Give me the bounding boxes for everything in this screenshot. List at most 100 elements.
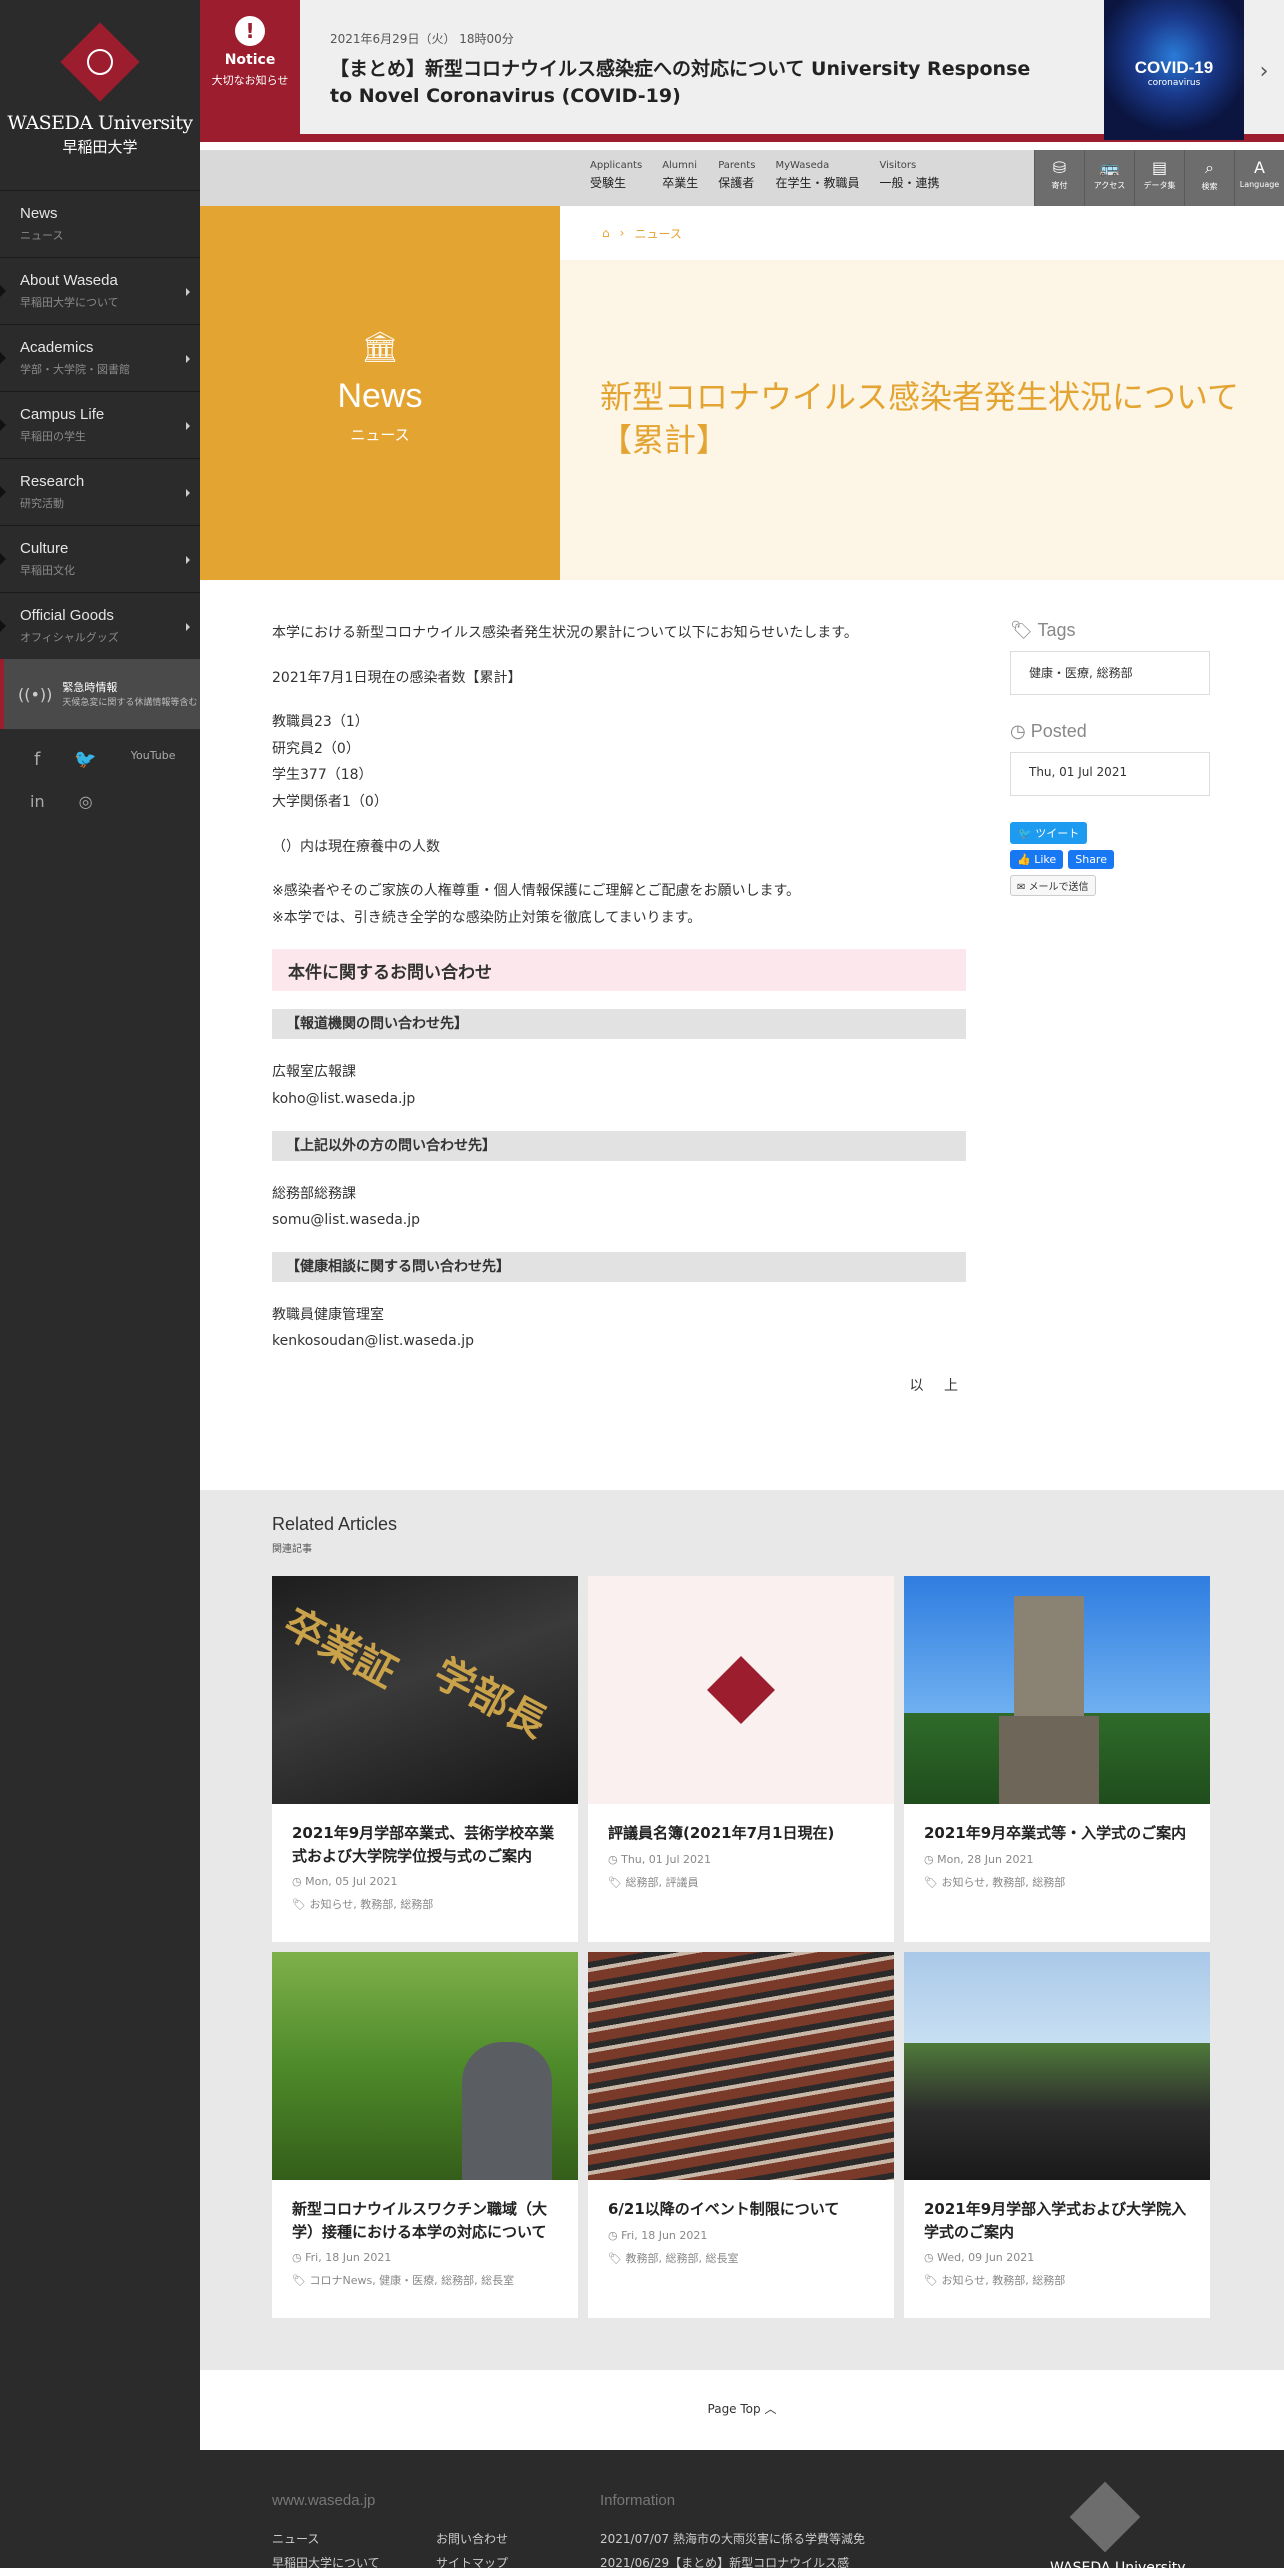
mail-label: メールで送信 — [1028, 882, 1089, 893]
clock-icon: ◷ — [292, 2251, 306, 2264]
footer-link[interactable]: サイトマップ — [436, 2554, 508, 2568]
covid-image-subtext: coronavirus — [1147, 78, 1201, 88]
logo-mark-icon — [60, 22, 140, 102]
related-card[interactable]: 評議員名簿(2021年7月1日現在) ◷ Thu, 01 Jul 2021 🏷 … — [588, 1576, 894, 1942]
page-title: 新型コロナウイルス感染者発生状況について【累計】 — [600, 378, 1240, 460]
twitter-icon[interactable]: 🐦 — [74, 749, 96, 770]
sidebar-item-label: Official Goods — [20, 607, 114, 624]
contact-email[interactable]: kenkosoudan@list.waseda.jp — [272, 1328, 966, 1355]
notice-banner[interactable]: ! Notice 大切なお知らせ 2021年6月29日（火） 18時00分 【ま… — [200, 0, 1284, 142]
clock-icon: ◷ — [292, 1875, 306, 1888]
tag-icon: 🏷 — [608, 1875, 626, 1889]
emergency-info-link[interactable]: ((•)) 緊急時情報 天候急変に関する休講情報等含む — [0, 659, 200, 729]
card-title: 6/21以降のイベント制限について — [608, 2200, 840, 2218]
broadcast-icon: ((•)) — [18, 684, 53, 704]
sidebar-item-label: About Waseda — [20, 272, 118, 289]
tag-icon: 🏷 — [924, 1875, 942, 1889]
linkedin-icon[interactable]: in — [30, 792, 45, 811]
article-note: （）内は現在療養中の人数 — [272, 838, 440, 855]
facebook-like-button[interactable]: 👍 Like — [1010, 850, 1064, 869]
youtube-icon[interactable]: YouTube — [131, 749, 176, 770]
sidebar-item-sublabel: 早稲田の学生 — [20, 430, 86, 443]
article-request: ※感染者やそのご家族の人権尊重・個人情報保護にご理解とご配慮をお願いします。 — [272, 883, 801, 900]
sidebar-item-news[interactable]: News ニュース — [0, 190, 200, 257]
related-card[interactable]: 2021年9月卒業式等・入学式のご案内 ◷ Mon, 28 Jun 2021 🏷… — [904, 1576, 1210, 1942]
related-articles: Related Articles 関連記事 卒業証 学部長 2021年9月学部卒業… — [200, 1490, 1284, 2370]
donate-button[interactable]: ⛁ 寄付 — [1034, 150, 1084, 206]
card-date-text: Fri, 18 Jun 2021 — [621, 2228, 708, 2242]
audience-link-alumni[interactable]: Alumni 卒業生 — [662, 160, 698, 191]
chevron-right-icon — [186, 623, 190, 631]
card-date: ◷ Fri, 18 Jun 2021 — [272, 2243, 578, 2264]
related-card[interactable]: 卒業証 学部長 2021年9月学部卒業式、芸術学校卒業式および大学院学位授与式のご… — [272, 1576, 578, 1942]
footer-info-item[interactable]: 2021/06/29【まとめ】新型コロナウイルス感 — [600, 2554, 849, 2568]
instagram-icon[interactable]: ◎ — [79, 792, 93, 811]
mail-share-button[interactable]: ✉ メールで送信 — [1010, 875, 1096, 896]
utility-label: データ集 — [1143, 181, 1176, 190]
indicator-icon — [0, 419, 6, 431]
sidebar-item-official-goods[interactable]: Official Goods オフィシャルグッズ — [0, 592, 200, 659]
search-button[interactable]: ⌕ 検索 — [1184, 150, 1234, 206]
contact-heading: 【健康相談に関する問い合わせ先】 — [272, 1251, 966, 1282]
sidebar-item-campus-life[interactable]: Campus Life 早稲田の学生 — [0, 391, 200, 458]
access-button[interactable]: 🚌 アクセス — [1084, 150, 1134, 206]
search-icon: ⌕ — [1205, 158, 1214, 177]
facebook-share-button[interactable]: Share — [1068, 850, 1114, 869]
notice-badge: ! Notice 大切なお知らせ — [200, 0, 300, 142]
footer-site-heading: www.waseda.jp — [272, 2492, 376, 2509]
contact-block: 広報室広報課 koho@list.waseda.jp — [272, 1059, 966, 1112]
sidebar-item-label: Culture — [20, 540, 69, 557]
data-button[interactable]: ▤ データ集 — [1134, 150, 1184, 206]
contact-email[interactable]: somu@list.waseda.jp — [272, 1207, 966, 1234]
sidebar-item-sublabel: 早稲田大学について — [20, 296, 119, 309]
audience-link-parents[interactable]: Parents 保護者 — [718, 160, 755, 191]
covid-image-text: COVID-19 — [1134, 58, 1214, 77]
card-image — [904, 1576, 1210, 1804]
sidebar-item-about[interactable]: About Waseda 早稲田大学について — [0, 257, 200, 324]
chevron-right-icon[interactable]: › — [1244, 0, 1284, 142]
donate-icon: ⛁ — [1052, 158, 1067, 177]
contact-email[interactable]: koho@list.waseda.jp — [272, 1086, 966, 1113]
case-counts: 教職員23（1） 研究員2（0） 学生377（18） 大学関係者1（0） — [272, 709, 966, 815]
indicator-icon — [0, 285, 6, 297]
contact-heading: 【上記以外の方の問い合わせ先】 — [272, 1130, 966, 1161]
audience-link-applicants[interactable]: Applicants 受験生 — [590, 160, 642, 191]
chevron-right-icon — [186, 288, 190, 296]
home-icon[interactable]: ⌂ — [602, 226, 610, 240]
university-logo[interactable]: WASEDA University 早稲田大学 — [0, 0, 200, 190]
footer-link[interactable]: ニュース — [272, 2530, 319, 2547]
notice-title[interactable]: 【まとめ】新型コロナウイルス感染症への対応について University Res… — [330, 56, 1050, 109]
card-tags: 🏷 お知らせ, 教務部, 総務部 — [904, 2264, 1210, 2288]
related-card[interactable]: 6/21以降のイベント制限について ◷ Fri, 18 Jun 2021 🏷 教… — [588, 1952, 894, 2318]
language-button[interactable]: A Language — [1234, 150, 1284, 206]
breadcrumb: ⌂ › ニュース — [560, 206, 1284, 260]
building-icon: 🏛 — [360, 330, 400, 365]
case-count: 大学関係者1（0） — [272, 793, 388, 810]
footer-info-item[interactable]: 2021/07/07 熱海市の大雨災害に係る学費等減免 — [600, 2530, 865, 2547]
tweet-button[interactable]: 🐦 ツイート — [1010, 822, 1088, 844]
footer-link[interactable]: 早稲田大学について — [272, 2554, 380, 2568]
page-top-link[interactable]: Page Top ︿ — [200, 2370, 1284, 2450]
utility-label: 寄付 — [1051, 181, 1068, 190]
card-tags: 🏷 お知らせ, 教務部, 総務部 — [904, 1866, 1210, 1890]
sidebar-item-label: Academics — [20, 339, 94, 356]
logo-text-en: WASEDA University — [7, 112, 193, 134]
social-links-row2: in ◎ — [0, 770, 200, 811]
contact-org: 広報室広報課 — [272, 1064, 356, 1081]
breadcrumb-news[interactable]: ニュース — [634, 225, 681, 242]
card-title: 2021年9月学部卒業式、芸術学校卒業式および大学院学位授与式のご案内 — [292, 1824, 555, 1865]
tweet-label: ツイート — [1035, 827, 1080, 840]
related-card[interactable]: 新型コロナウイルスワクチン職域（大学）接種における本学の対応について ◷ Fri… — [272, 1952, 578, 2318]
tags-value[interactable]: 健康・医療, 総務部 — [1010, 651, 1210, 695]
facebook-icon[interactable]: f — [34, 749, 40, 770]
clock-icon: ◷ — [1010, 721, 1031, 741]
sidebar: WASEDA University 早稲田大学 News ニュース About … — [0, 0, 200, 2568]
related-card[interactable]: 2021年9月学部入学式および大学院入学式のご案内 ◷ Wed, 09 Jun … — [904, 1952, 1210, 2318]
sidebar-item-culture[interactable]: Culture 早稲田文化 — [0, 525, 200, 592]
diamond-icon — [707, 1656, 775, 1724]
sidebar-item-research[interactable]: Research 研究活動 — [0, 458, 200, 525]
audience-link-visitors[interactable]: Visitors 一般・連携 — [879, 160, 939, 191]
footer-link[interactable]: お問い合わせ — [436, 2530, 508, 2547]
audience-link-mywaseda[interactable]: MyWaseda 在学生・教職員 — [775, 160, 859, 191]
sidebar-item-academics[interactable]: Academics 学部・大学院・図書館 — [0, 324, 200, 391]
